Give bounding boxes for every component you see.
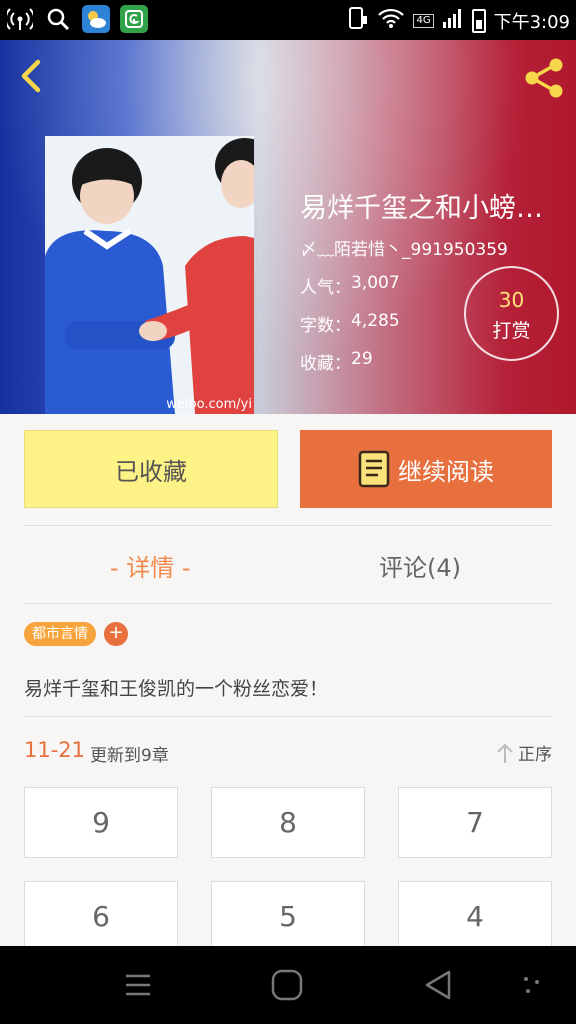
collected-button[interactable]: 已收藏 [24,430,278,508]
tab-comments[interactable]: 评论(4) [379,548,461,583]
back-chevron-icon [21,59,41,93]
chapter-button[interactable]: 4 [398,881,552,952]
sort-order-button[interactable]: 正序 [496,740,552,765]
back-nav-button[interactable] [418,967,458,1003]
divider [24,716,552,717]
continue-reading-button[interactable]: 继续阅读 [300,430,552,508]
menu-icon [126,974,150,996]
update-row: 11-21 更新到9章 正序 [24,738,552,766]
continue-reading-label: 继续阅读 [398,457,494,486]
reward-label: 打赏 [492,320,531,342]
cover-watermark: weibo.com/yi [166,397,252,412]
more-button[interactable] [512,967,552,1003]
action-buttons: 已收藏 继续阅读 [24,430,552,508]
weather-app-icon[interactable] [82,5,110,33]
word-count-value: 4,285 [351,311,400,331]
book-cover-image[interactable]: weibo.com/yi [45,136,254,414]
chapter-button[interactable]: 6 [24,881,178,952]
system-nav-bar [0,946,576,1024]
book-author[interactable]: 〆﹏陌若惜丶_991950359 [300,235,558,260]
genre-tag[interactable]: 都市言情 [24,622,96,646]
book-title: 易烊千玺之和小螃… [300,193,543,224]
divider [24,525,552,526]
arrow-up-icon [497,743,513,763]
home-button[interactable] [267,967,307,1003]
tab-details[interactable]: - 详情 - [110,548,191,583]
add-tag-button[interactable]: + [104,622,128,646]
home-icon [271,969,303,1001]
favorites-value: 29 [351,349,373,369]
share-button[interactable] [520,54,568,102]
book-header: weibo.com/yi 易烊千玺之和小螃… 〆﹏陌若惜丶_991950359 … [0,40,576,414]
book-summary: 易烊千玺和王俊凯的一个粉丝恋爱！ [24,678,329,700]
collected-label: 已收藏 [115,457,187,486]
chapter-button[interactable]: 9 [24,787,178,858]
battery-icon [471,8,486,33]
sim-icon [347,6,369,35]
update-date: 11-21 [24,738,86,762]
menu-button[interactable] [118,967,158,1003]
status-time: 下午3:09 [493,11,570,33]
network-type-label: 4G [413,13,434,28]
reward-button[interactable]: 30 打赏 [464,266,559,361]
book-icon [358,450,390,488]
signal-icon [6,5,34,33]
status-bar: 4G 下午3:09 [0,0,576,40]
security-app-icon[interactable] [120,5,148,33]
chapter-button[interactable]: 7 [398,787,552,858]
back-button[interactable] [10,54,54,98]
popularity-value: 3,007 [351,273,400,293]
reward-count: 30 [498,288,525,312]
wifi-icon [377,7,405,34]
search-icon[interactable] [44,5,72,33]
sort-label: 正序 [518,745,552,765]
share-icon [525,58,563,98]
chapter-button[interactable]: 5 [211,881,365,952]
tag-list: 都市言情 + [24,622,128,646]
divider [24,603,552,604]
more-icon [524,977,539,993]
back-triangle-icon [425,970,451,1000]
update-text: 更新到9章 [90,746,169,766]
favorites-label: 收藏： [300,354,351,374]
chapter-button[interactable]: 8 [211,787,365,858]
word-count-label: 字数： [300,316,351,336]
cell-signal-icon [442,7,464,34]
popularity-label: 人气： [300,278,351,298]
